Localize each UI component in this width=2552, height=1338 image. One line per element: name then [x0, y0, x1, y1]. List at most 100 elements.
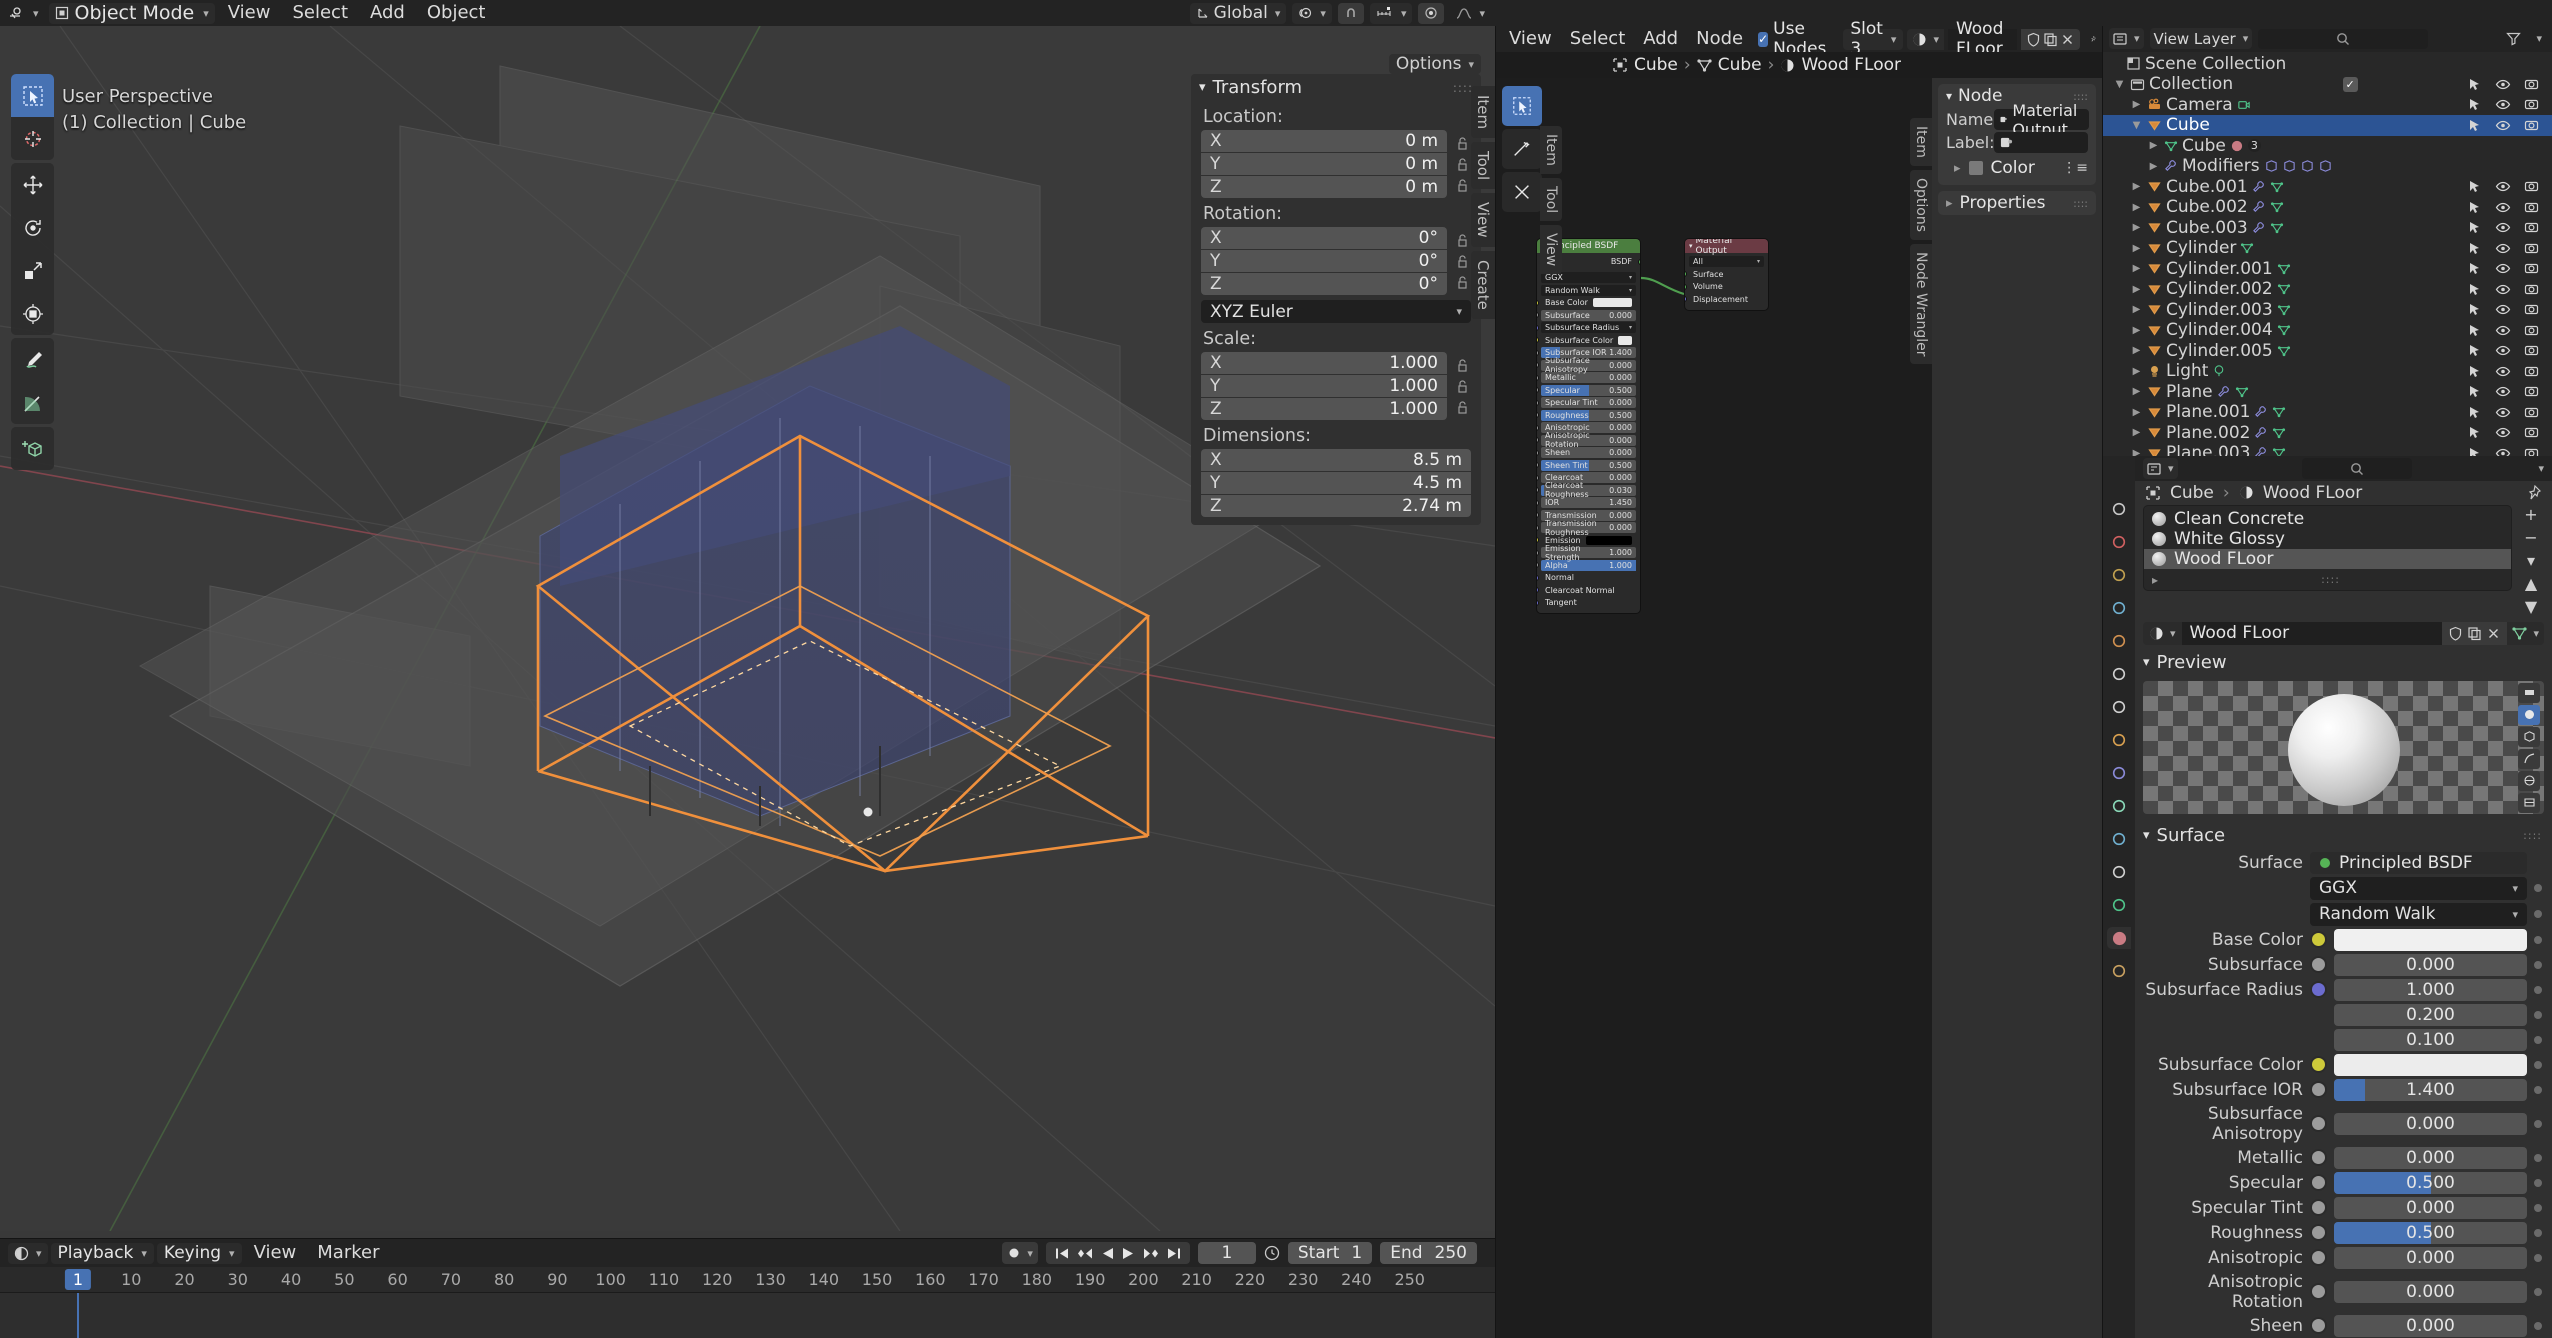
mesh-data-icon[interactable] — [2272, 426, 2286, 440]
node-input-subsurface-radius[interactable]: Subsurface Radius ▾ — [1537, 322, 1636, 333]
scale-tool[interactable] — [11, 249, 54, 292]
mesh-data-icon[interactable] — [2270, 221, 2284, 235]
properties-tab-constraint[interactable] — [2107, 861, 2131, 883]
hide-eye-icon[interactable] — [2495, 97, 2511, 112]
color-swatch[interactable] — [1968, 161, 1983, 175]
modifier-c[interactable] — [2300, 159, 2314, 173]
input-socket[interactable] — [1537, 299, 1539, 306]
jump-end-icon[interactable] — [1167, 1247, 1181, 1260]
mesh-data-icon[interactable] — [2277, 344, 2291, 358]
dimensions-x-field[interactable]: X 8.5 m — [1201, 449, 1471, 471]
material-icon[interactable] — [2230, 139, 2244, 153]
color-swatch[interactable] — [1592, 298, 1632, 307]
node-links-tool[interactable] — [1502, 172, 1542, 212]
selectable-arrow-icon[interactable] — [2467, 220, 2482, 235]
viewport-options-button[interactable]: Options ▾ — [1388, 54, 1481, 74]
input-socket[interactable] — [1537, 474, 1539, 481]
animate-dot[interactable] — [2534, 1119, 2542, 1128]
hide-eye-icon[interactable] — [2495, 446, 2511, 456]
add-slot-icon[interactable]: + — [2519, 505, 2543, 525]
menu-view[interactable]: View — [219, 3, 280, 23]
wrench-icon[interactable] — [2254, 446, 2268, 456]
play-icon[interactable] — [1122, 1247, 1135, 1260]
timeline-menu-marker[interactable]: Marker — [308, 1243, 388, 1263]
input-socket[interactable] — [1685, 283, 1687, 290]
outliner-row[interactable]: ▼ Collection ✓ — [2103, 74, 2552, 95]
transform-tool[interactable] — [11, 292, 54, 335]
disable-render-camera-icon[interactable] — [2524, 302, 2539, 317]
outliner-row[interactable]: ▶ Cylinder.001 — [2103, 259, 2552, 280]
scale-z-field[interactable]: Z 1.000 — [1201, 398, 1447, 420]
unlink-close-icon[interactable] — [2060, 32, 2075, 47]
expand-arrow[interactable]: ▶ — [2147, 140, 2160, 151]
selectable-arrow-icon[interactable] — [2467, 282, 2482, 297]
preview-shader-ball-icon[interactable] — [2518, 770, 2540, 791]
timeline-menu-view[interactable]: View — [245, 1243, 306, 1263]
disable-render-camera-icon[interactable] — [2524, 343, 2539, 358]
input-socket[interactable] — [1537, 312, 1539, 318]
subsurface-method-dropdown[interactable]: Random Walk ▾ — [2310, 902, 2527, 926]
disable-render-camera-icon[interactable] — [2524, 364, 2539, 379]
rotation-mode-dropdown[interactable]: XYZ Euler ▾ — [1201, 300, 1471, 323]
blender-logo-icon[interactable] — [6, 3, 26, 23]
node-tab-tool[interactable]: Tool — [1540, 177, 1562, 222]
animate-dot[interactable] — [2534, 1153, 2542, 1162]
hide-eye-icon[interactable] — [2495, 282, 2511, 297]
animate-dot[interactable] — [2534, 1253, 2542, 1262]
playhead[interactable] — [77, 1293, 79, 1338]
wrench-icon[interactable] — [2254, 426, 2268, 440]
outliner-row[interactable]: ▶ Plane — [2103, 382, 2552, 403]
material-browse-button[interactable]: ▾ — [1907, 28, 1944, 50]
node-tab-view[interactable]: View — [1540, 225, 1562, 275]
outliner-row[interactable]: ▶ Plane.002 — [2103, 423, 2552, 444]
disable-render-camera-icon[interactable] — [2524, 241, 2539, 256]
menu-object[interactable]: Object — [418, 3, 495, 23]
param-slider[interactable]: 1.400 — [2334, 1078, 2527, 1101]
outliner-row[interactable]: ▶ Cylinder.005 — [2103, 341, 2552, 362]
properties-tab-viewlayer[interactable] — [2107, 597, 2131, 619]
rotation-y-field[interactable]: Y 0° — [1201, 250, 1447, 272]
add-cube-tool[interactable] — [11, 427, 54, 470]
material-slot-row[interactable]: White Glossy — [2144, 529, 2511, 549]
play-reverse-icon[interactable] — [1101, 1247, 1114, 1260]
node-input-clearcoat-normal[interactable]: Clearcoat Normal — [1537, 585, 1636, 596]
node-link-cut-tool[interactable] — [1502, 129, 1542, 169]
properties-tab-modifier[interactable] — [2107, 762, 2131, 784]
input-socket-dot[interactable] — [2310, 1224, 2327, 1241]
sidebar-tab-item[interactable]: Item — [1471, 86, 1495, 139]
proportional-edit-toggle[interactable] — [1418, 2, 1445, 24]
modifier-b[interactable] — [2282, 159, 2296, 173]
hide-eye-icon[interactable] — [2495, 241, 2511, 256]
node-tab-item[interactable]: Item — [1540, 126, 1562, 174]
jump-start-icon[interactable] — [1055, 1247, 1069, 1260]
lock-location-y-icon[interactable] — [1454, 154, 1471, 174]
rotate-tool[interactable] — [11, 206, 54, 249]
camera-data-icon[interactable] — [2237, 98, 2251, 112]
pin-icon[interactable] — [2090, 31, 2096, 47]
output-socket[interactable] — [1638, 258, 1640, 265]
measure-tool[interactable] — [11, 381, 54, 424]
param-slider[interactable]: 0.500 — [2334, 1221, 2527, 1244]
disable-render-camera-icon[interactable] — [2524, 446, 2539, 456]
node-input-clearcoat-roughness[interactable]: Clearcoat Roughness 0.030 — [1537, 481, 1636, 499]
timeline-menu-keying[interactable]: Keying ▾ — [156, 1242, 242, 1264]
input-socket-dot[interactable] — [2310, 931, 2327, 948]
rotation-z-field[interactable]: Z 0° — [1201, 273, 1447, 295]
modifier-a[interactable] — [2264, 159, 2278, 173]
chevron-right-icon[interactable]: ▸ — [2152, 573, 2158, 587]
snap-magnet-toggle[interactable] — [1337, 2, 1364, 24]
param-slider[interactable]: 0.000 — [2334, 1314, 2527, 1337]
material-slot-dropdown[interactable]: Slot 3 ▾ — [1843, 19, 1904, 59]
node-name-field[interactable]: Material Output — [1994, 101, 2089, 139]
distribution-dropdown[interactable]: GGX ▾ — [2310, 876, 2527, 900]
node-input-base-color[interactable]: Base Color — [1537, 297, 1636, 308]
expand-arrow[interactable]: ▼ — [2113, 79, 2126, 90]
outliner-row[interactable]: ▶ Cylinder — [2103, 238, 2552, 259]
mesh-data-icon[interactable] — [2277, 303, 2291, 317]
node-input-subsurface-anisotropy[interactable]: Subsurface Anisotropy 0.000 — [1537, 356, 1636, 374]
outliner-row[interactable]: ▶ Plane.001 — [2103, 402, 2552, 423]
transform-orientation-selector[interactable]: Global ▾ — [1189, 2, 1287, 24]
node-input-normal[interactable]: Normal — [1537, 572, 1636, 583]
input-socket[interactable] — [1537, 337, 1539, 343]
input-socket[interactable] — [1537, 499, 1539, 506]
